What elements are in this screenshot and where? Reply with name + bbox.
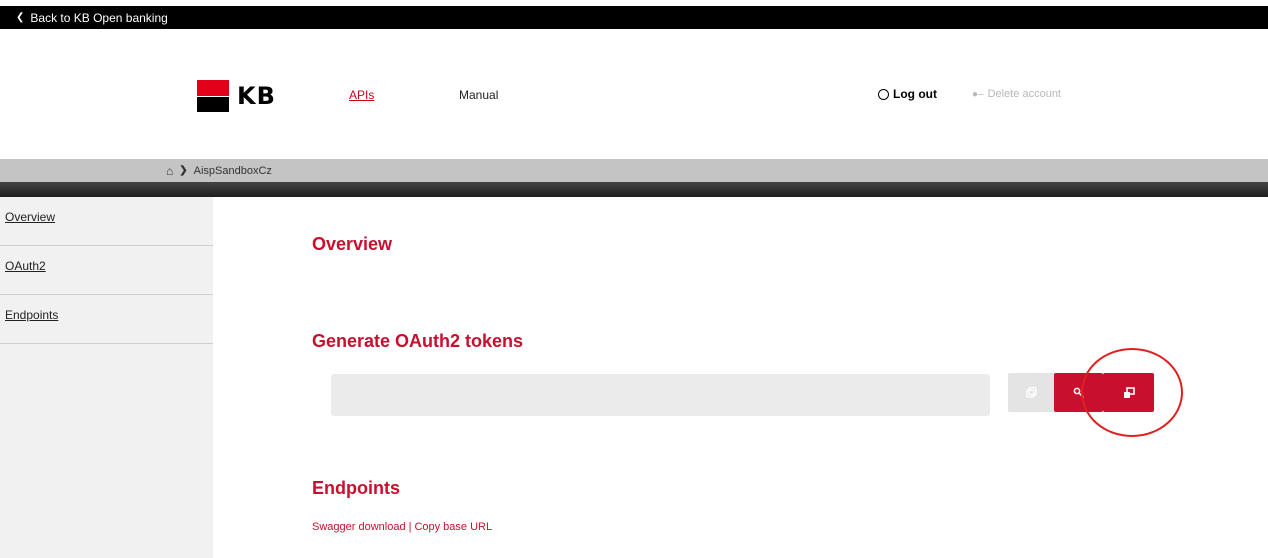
endpoints-heading: Endpoints — [312, 478, 400, 498]
overview-heading: Overview — [312, 234, 393, 254]
home-icon[interactable]: ⌂ — [166, 164, 173, 178]
copy-icon — [1026, 387, 1037, 398]
nav-apis[interactable]: APIs — [349, 88, 374, 102]
main-content: Overview Generate OAuth2 tokens Endpoint… — [213, 197, 1268, 558]
kb-logo-text: KB — [237, 82, 276, 110]
back-link[interactable]: ❮ Back to KB Open banking — [16, 11, 168, 25]
delete-account-button[interactable]: ●– Delete account — [972, 88, 1061, 100]
swagger-download-link[interactable]: Swagger download — [312, 521, 406, 533]
breadcrumb: ⌂ ❯ AispSandboxCz — [0, 159, 1268, 182]
copy-base-url-link[interactable]: Copy base URL — [414, 521, 492, 533]
logout-label: Log out — [893, 87, 937, 101]
user-remove-icon: ●– — [972, 88, 984, 100]
generate-tokens-heading: Generate OAuth2 tokens — [312, 331, 524, 351]
user-icon — [878, 88, 889, 100]
annotation-circle — [1081, 348, 1183, 437]
sidebar: Overview OAuth2 Endpoints — [0, 197, 213, 558]
back-link-label: Back to KB Open banking — [30, 10, 168, 25]
copy-token-button[interactable] — [1008, 373, 1055, 412]
logout-button[interactable]: Log out — [878, 87, 937, 101]
link-separator: | — [408, 521, 412, 533]
nav-manual[interactable]: Manual — [459, 88, 498, 102]
divider-bar — [0, 182, 1268, 197]
sidebar-item-label: Overview — [5, 210, 56, 224]
chevron-right-icon: ❯ — [179, 165, 188, 176]
kb-logo-mark — [197, 80, 229, 112]
kb-logo[interactable]: KB — [197, 80, 276, 112]
sidebar-item-overview[interactable]: Overview — [0, 197, 213, 246]
top-bar: ❮ Back to KB Open banking — [0, 6, 1268, 29]
breadcrumb-current: AispSandboxCz — [193, 164, 272, 177]
token-input[interactable] — [331, 374, 990, 416]
sidebar-item-label: Endpoints — [5, 308, 59, 322]
sidebar-item-endpoints[interactable]: Endpoints — [0, 295, 213, 344]
chevron-left-icon: ❮ — [16, 12, 25, 23]
sidebar-item-oauth2[interactable]: OAuth2 — [0, 246, 213, 295]
header: KB APIs Manual Log out ●– Delete account — [0, 29, 1268, 159]
delete-account-label: Delete account — [987, 88, 1061, 100]
sidebar-item-label: OAuth2 — [5, 259, 46, 273]
endpoint-links: Swagger download | Copy base URL — [312, 521, 492, 533]
